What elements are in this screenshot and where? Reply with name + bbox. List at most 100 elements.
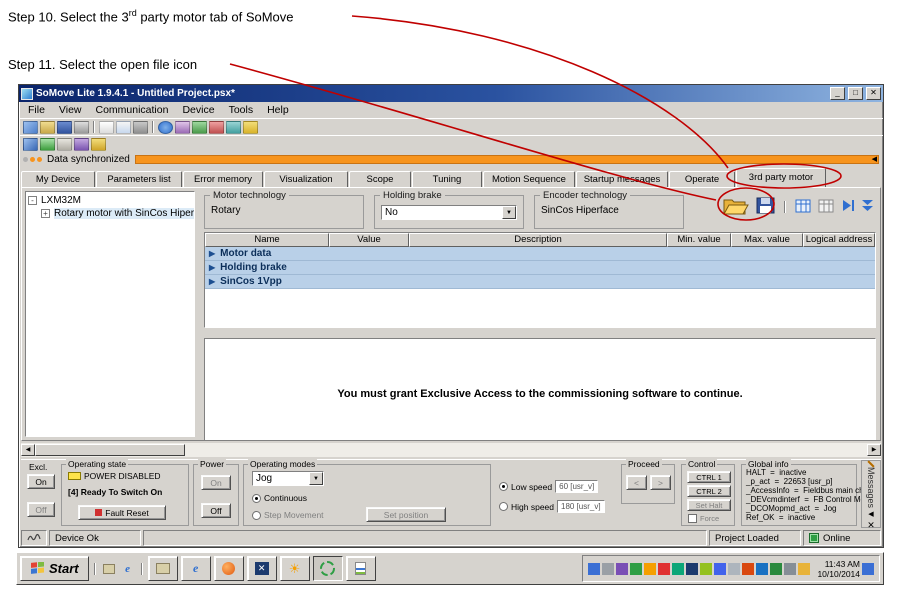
fault-reset-button[interactable]: Fault Reset: [78, 505, 166, 520]
show-desktop-icon[interactable]: [101, 561, 117, 577]
radio-icon[interactable]: [499, 482, 508, 491]
save-project-icon[interactable]: [57, 121, 72, 134]
tray-icon[interactable]: [644, 563, 656, 575]
ctrl1-button[interactable]: CTRL 1: [687, 471, 731, 483]
scroll-right-icon[interactable]: ▶: [867, 444, 881, 456]
save-icon[interactable]: [756, 197, 775, 217]
ctrl2-button[interactable]: CTRL 2: [687, 485, 731, 497]
info-icon[interactable]: [158, 121, 173, 134]
tab-error-memory[interactable]: Error memory: [183, 171, 263, 187]
row-expand-icon[interactable]: ▶: [209, 250, 215, 258]
menu-device[interactable]: Device: [175, 103, 221, 117]
row-expand-icon[interactable]: ▶: [209, 264, 215, 272]
grid-view-icon[interactable]: [795, 199, 811, 216]
tab-operate[interactable]: Operate: [669, 171, 735, 187]
column-value[interactable]: Value: [329, 233, 409, 247]
menu-help[interactable]: Help: [260, 103, 296, 117]
menu-communication[interactable]: Communication: [89, 103, 176, 117]
low-speed-radio[interactable]: Low speed 60 [usr_v]: [499, 480, 598, 493]
menu-file[interactable]: File: [21, 103, 52, 117]
open-file-icon[interactable]: [723, 196, 749, 218]
taskbar-app-orange-ball[interactable]: [214, 556, 244, 581]
taskbar-app-explorer[interactable]: [148, 556, 178, 581]
proceed-forward-button[interactable]: >: [650, 475, 671, 490]
chart-icon[interactable]: [226, 121, 241, 134]
tab-3rd-party-motor[interactable]: 3rd party motor: [736, 168, 826, 187]
tray-icon[interactable]: [672, 563, 684, 575]
compare-icon[interactable]: [192, 121, 207, 134]
set-position-button[interactable]: Set position: [366, 507, 446, 522]
minimize-button[interactable]: _: [830, 87, 845, 100]
column-min-value[interactable]: Min. value: [667, 233, 731, 247]
tray-icon[interactable]: [862, 563, 874, 575]
radio-icon[interactable]: [499, 502, 508, 511]
taskbar-app-browser[interactable]: e: [181, 556, 211, 581]
exclusive-on-button[interactable]: On: [27, 474, 55, 489]
taskbar-app-document[interactable]: [346, 556, 376, 581]
column-description[interactable]: Description: [409, 233, 667, 247]
tray-icon[interactable]: [686, 563, 698, 575]
close-button[interactable]: ✕: [866, 87, 881, 100]
tab-parameters-list[interactable]: Parameters list: [96, 171, 182, 187]
tray-icon[interactable]: [602, 563, 614, 575]
tray-icon[interactable]: [700, 563, 712, 575]
edit-config-icon[interactable]: [57, 138, 72, 151]
tray-icon[interactable]: [784, 563, 796, 575]
tree-node-root[interactable]: - LXM32M: [28, 194, 192, 207]
grid-edit-icon[interactable]: [818, 199, 834, 216]
start-button[interactable]: Start: [20, 556, 89, 581]
new-doc-icon[interactable]: [99, 121, 114, 134]
horizontal-scrollbar[interactable]: ◀ ▶: [21, 443, 881, 457]
device-view-icon[interactable]: [23, 138, 38, 151]
column-name[interactable]: Name: [205, 233, 329, 247]
expand-all-icon[interactable]: [841, 199, 854, 215]
tab-motion-sequence[interactable]: Motion Sequence: [483, 171, 575, 187]
tree-node-motor[interactable]: + Rotary motor with SinCos Hiperface: [28, 207, 192, 220]
high-speed-radio[interactable]: High speed 180 [usr_v]: [499, 500, 605, 513]
maximize-button[interactable]: □: [848, 87, 863, 100]
tray-icon[interactable]: [588, 563, 600, 575]
power-off-button[interactable]: Off: [201, 503, 231, 518]
taskbar-app-close-x[interactable]: ✕: [247, 556, 277, 581]
table-row[interactable]: ▶ SinCos 1Vpp: [205, 275, 875, 289]
snapshot-icon[interactable]: [175, 121, 190, 134]
high-speed-value[interactable]: 180 [usr_v]: [557, 500, 605, 513]
dropdown-arrow-icon[interactable]: ▼: [309, 472, 323, 485]
radio-icon[interactable]: [252, 511, 261, 520]
settings-icon[interactable]: [91, 138, 106, 151]
scroll-left-icon[interactable]: ◀: [21, 444, 35, 456]
print-icon[interactable]: [74, 121, 89, 134]
low-speed-value[interactable]: 60 [usr_v]: [555, 480, 598, 493]
tray-icon[interactable]: [658, 563, 670, 575]
row-expand-icon[interactable]: ▶: [209, 278, 215, 286]
force-checkbox[interactable]: Force: [688, 514, 719, 523]
continuous-radio[interactable]: Continuous: [252, 493, 307, 503]
expand-box-icon[interactable]: +: [41, 209, 50, 218]
set-halt-button[interactable]: Set Halt: [687, 499, 731, 511]
table-row[interactable]: ▶ Holding brake: [205, 261, 875, 275]
messages-side-tab[interactable]: Messages ◀ ✕: [861, 460, 881, 528]
tray-icon[interactable]: [798, 563, 810, 575]
mode-dropdown[interactable]: Jog ▼: [252, 471, 324, 486]
tray-icon[interactable]: [770, 563, 782, 575]
checkbox-icon[interactable]: [688, 514, 697, 523]
column-max-value[interactable]: Max. value: [731, 233, 803, 247]
dropdown-arrow-icon[interactable]: ▼: [502, 206, 516, 219]
table-row[interactable]: ▶ Motor data: [205, 247, 875, 261]
import-icon[interactable]: [116, 121, 131, 134]
tab-visualization[interactable]: Visualization: [264, 171, 348, 187]
tray-icon[interactable]: [728, 563, 740, 575]
tray-icon[interactable]: [742, 563, 754, 575]
refresh-icon[interactable]: [243, 121, 258, 134]
power-on-button[interactable]: On: [201, 475, 231, 490]
proceed-back-button[interactable]: <: [626, 475, 647, 490]
connect-icon[interactable]: [23, 121, 38, 134]
radio-icon[interactable]: [252, 494, 261, 503]
step-movement-radio[interactable]: Step Movement: [252, 510, 324, 520]
export-icon[interactable]: [133, 121, 148, 134]
tab-scope[interactable]: Scope: [349, 171, 411, 187]
tray-icon[interactable]: [616, 563, 628, 575]
internet-explorer-icon[interactable]: e: [120, 561, 136, 577]
taskbar-app-sun[interactable]: ☀: [280, 556, 310, 581]
collapse-all-icon[interactable]: [861, 199, 874, 215]
